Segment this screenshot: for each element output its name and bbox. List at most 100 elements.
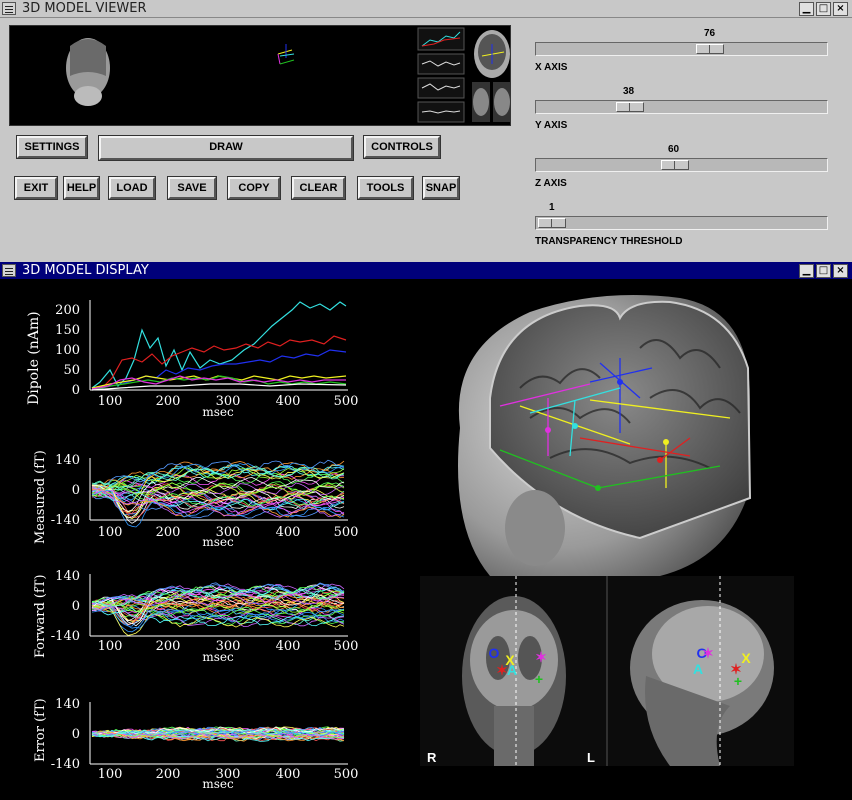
y-axis-label: Y AXIS (535, 120, 568, 131)
x-tick: 100 (98, 394, 123, 409)
copy-button[interactable]: COPY (227, 176, 281, 200)
y-tick: 0 (72, 483, 80, 498)
x-tick: 500 (334, 767, 359, 782)
x-tick: 400 (276, 767, 301, 782)
y-tick: 0 (72, 599, 80, 614)
z-axis-value: 60 (668, 144, 680, 155)
x-tick: 100 (98, 525, 123, 540)
close-icon[interactable]: × (833, 264, 848, 278)
x-tick: 200 (156, 525, 181, 540)
preview-panel[interactable] (9, 25, 511, 126)
slice-label-r: R (427, 750, 437, 765)
y-tick: 0 (72, 727, 80, 742)
mri-slices-panel: O X ✶ A ✶ + O X ✶ A ✶ + R L (420, 576, 794, 766)
snap-button[interactable]: SNAP (422, 176, 460, 200)
settings-button[interactable]: SETTINGS (16, 135, 88, 159)
load-button[interactable]: LOAD (108, 176, 156, 200)
transparency-thumb[interactable] (538, 218, 566, 228)
x-tick: 400 (276, 639, 301, 654)
model-viewer-window: 3D MODEL VIEWER ▁ □ × SETTINGS DRAW CONT… (0, 0, 852, 262)
x-tick: 100 (98, 639, 123, 654)
measured-plot: Measured (fT) 140 0 -140 100 200 300 400… (33, 450, 358, 549)
error-traces (91, 726, 345, 742)
clear-button[interactable]: CLEAR (291, 176, 346, 200)
transparency-label: TRANSPARENCY THRESHOLD (535, 236, 683, 247)
ear (505, 490, 565, 566)
marker-o: O (489, 645, 500, 661)
x-tick: 400 (276, 525, 301, 540)
viewer-titlebar: 3D MODEL VIEWER ▁ □ × (0, 0, 852, 18)
head-3d-render[interactable] (430, 288, 820, 578)
forward-xlabel: msec (202, 650, 234, 664)
help-button[interactable]: HELP (63, 176, 100, 200)
exit-button[interactable]: EXIT (14, 176, 58, 200)
window-menu-icon[interactable] (2, 2, 16, 15)
x-tick: 200 (156, 639, 181, 654)
y-tick: 140 (55, 453, 80, 468)
marker-star: ✶ (535, 649, 547, 665)
x-tick: 500 (334, 639, 359, 654)
y-tick: 200 (55, 303, 80, 318)
marker-star: ✶ (702, 645, 714, 661)
display-title: 3D MODEL DISPLAY (22, 263, 149, 278)
y-tick: 100 (55, 343, 80, 358)
marker-star: ✶ (496, 662, 508, 678)
y-tick: 140 (55, 697, 80, 712)
dipole-xlabel: msec (202, 405, 234, 419)
x-tick: 100 (98, 767, 123, 782)
forward-plot: Forward (fT) 140 0 -140 100 200 300 400 … (33, 569, 359, 664)
y-tick: 140 (55, 569, 80, 584)
save-button[interactable]: SAVE (167, 176, 217, 200)
waveform-thumbnails (417, 27, 465, 123)
x-tick: 400 (276, 394, 301, 409)
y-tick: -140 (51, 629, 80, 644)
minimize-icon[interactable]: ▁ (799, 2, 814, 16)
transparency-value: 1 (549, 202, 555, 213)
dipole-plot: Dipole (nAm) 200 150 100 50 0 100 200 30… (26, 300, 359, 419)
error-plot: Error (fT) 140 0 -140 100 200 300 400 50… (33, 697, 359, 791)
measured-xlabel: msec (202, 535, 234, 549)
viewer-title: 3D MODEL VIEWER (22, 1, 147, 16)
maximize-icon[interactable]: □ (816, 2, 831, 16)
y-axis-track[interactable] (535, 100, 828, 114)
window-menu-icon[interactable] (2, 264, 16, 277)
measured-traces (91, 459, 345, 528)
close-icon[interactable]: × (833, 2, 848, 16)
dipole-traces (91, 301, 347, 391)
error-ylabel: Error (fT) (33, 698, 48, 762)
marker-a: A (693, 661, 703, 677)
y-tick: 150 (55, 323, 80, 338)
controls-button[interactable]: CONTROLS (363, 135, 441, 159)
transparency-track[interactable] (535, 216, 828, 230)
z-axis-thumb[interactable] (661, 160, 689, 170)
tools-button[interactable]: TOOLS (357, 176, 414, 200)
x-axis-label: X AXIS (535, 62, 568, 73)
maximize-icon[interactable]: □ (816, 264, 831, 278)
z-axis-label: Z AXIS (535, 178, 567, 189)
marker-x: X (741, 650, 751, 666)
marker-a: A (507, 662, 517, 678)
y-tick: -140 (51, 513, 80, 528)
y-axis-value: 38 (623, 86, 635, 97)
marker-plus: + (535, 671, 543, 687)
forward-traces (91, 582, 345, 636)
head-slices-thumbnail (472, 30, 511, 122)
display-titlebar: 3D MODEL DISPLAY ▁ □ × (0, 262, 852, 280)
x-axis-thumb[interactable] (696, 44, 724, 54)
model-display-window: 3D MODEL DISPLAY ▁ □ × Dipole (nAm) 200 … (0, 262, 852, 800)
z-axis-track[interactable] (535, 158, 828, 172)
axes-thumbnail (277, 44, 295, 65)
y-tick: -140 (51, 757, 80, 772)
preview-thumbnails (66, 27, 511, 123)
forward-ylabel: Forward (fT) (33, 574, 48, 658)
mri-slices[interactable]: O X ✶ A ✶ + O X ✶ A ✶ + R L (420, 576, 794, 766)
slice-label-l: L (587, 750, 595, 765)
x-tick: 500 (334, 394, 359, 409)
x-axis-track[interactable] (535, 42, 828, 56)
x-tick: 200 (156, 767, 181, 782)
y-tick: 0 (72, 383, 80, 398)
y-axis-thumb[interactable] (616, 102, 644, 112)
y-tick: 50 (63, 363, 80, 378)
minimize-icon[interactable]: ▁ (799, 264, 814, 278)
draw-button[interactable]: DRAW (98, 135, 354, 161)
